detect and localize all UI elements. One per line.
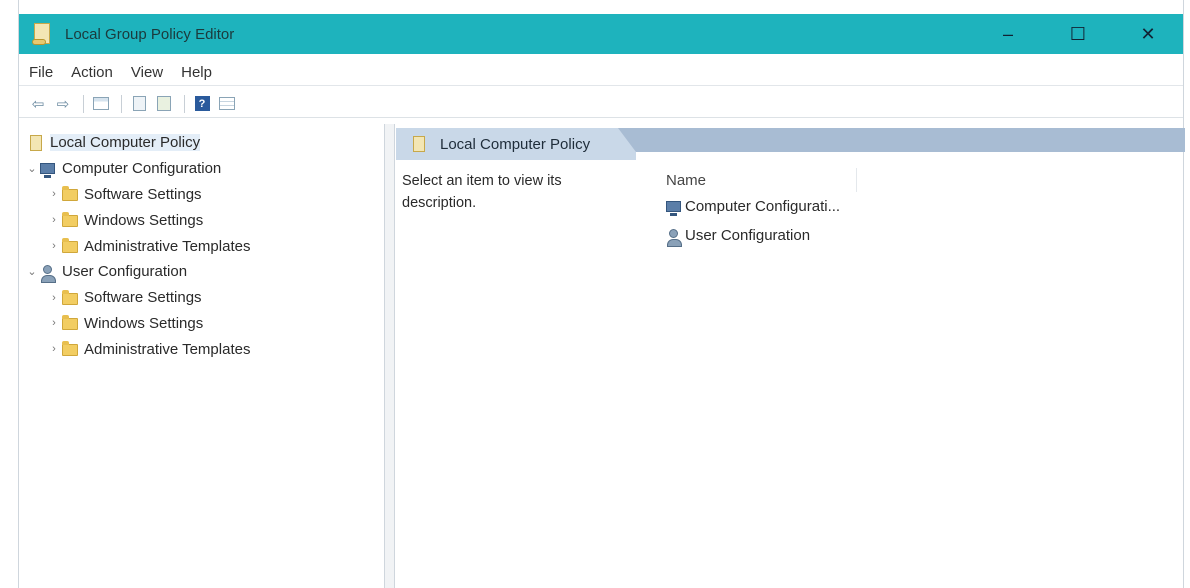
window-title: Local Group Policy Editor [65, 25, 235, 43]
chevron-right-icon[interactable]: › [47, 317, 61, 329]
chevron-right-icon[interactable]: › [47, 343, 61, 355]
tree-item-computer-administrative-templates[interactable]: › Administrative Templates [19, 233, 384, 259]
tree-item-label: Software Settings [84, 185, 202, 203]
back-arrow-icon[interactable]: ⇦ [27, 93, 49, 115]
policy-icon [27, 134, 45, 151]
details-pane: Local Computer Policy Select an item to … [396, 124, 1185, 588]
details-header: Local Computer Policy [396, 128, 636, 160]
list-item-label: User Configuration [685, 227, 811, 244]
tree-item-label: Administrative Templates [84, 237, 251, 255]
title-bar[interactable]: Local Group Policy Editor – ☐ ✕ [19, 14, 1183, 54]
user-icon [665, 228, 683, 247]
menu-action[interactable]: Action [71, 64, 113, 81]
toolbar: ⇦ ⇨ ? [19, 90, 1183, 118]
folder-icon [61, 341, 79, 357]
menu-help[interactable]: Help [181, 64, 212, 81]
tree-item-computer-windows-settings[interactable]: › Windows Settings [19, 207, 384, 233]
tree-item-user-software-settings[interactable]: › Software Settings [19, 285, 384, 311]
computer-icon [665, 199, 683, 216]
user-icon [39, 264, 57, 283]
column-header-name[interactable]: Name [652, 168, 857, 192]
computer-icon [39, 161, 57, 178]
tree-item-label: Local Computer Policy [50, 134, 201, 152]
window-controls: – ☐ ✕ [973, 14, 1183, 54]
chevron-down-icon[interactable]: ⌄ [25, 265, 39, 278]
policy-scroll-icon [31, 22, 53, 46]
app-window: Local Group Policy Editor – ☐ ✕ File Act… [18, 14, 1185, 588]
tree-item-label: Software Settings [84, 289, 202, 307]
forward-arrow-icon[interactable]: ⇨ [52, 93, 74, 115]
help-icon: ? [194, 96, 210, 111]
description-text: Select an item to view its description. [402, 173, 562, 211]
folder-icon [61, 289, 79, 306]
maximize-button[interactable]: ☐ [1043, 14, 1113, 54]
tree-item-computer-configuration[interactable]: ⌄ Computer Configuration [19, 156, 384, 182]
toolbar-divider [121, 94, 122, 113]
tree-item-user-windows-settings[interactable]: › Windows Settings [19, 311, 384, 337]
details-title: Local Computer Policy [440, 135, 591, 153]
export-list-button[interactable] [153, 93, 175, 115]
chevron-right-icon[interactable]: › [47, 292, 61, 304]
tree-item-user-configuration[interactable]: ⌄ User Configuration [19, 259, 384, 285]
folder-icon [61, 212, 79, 228]
pane-splitter[interactable] [385, 124, 395, 588]
chevron-right-icon[interactable]: › [47, 214, 61, 226]
folder-icon [61, 186, 79, 202]
show-hide-tree-icon [93, 97, 109, 110]
menu-view[interactable]: View [131, 64, 163, 81]
tree-item-label: Windows Settings [84, 314, 204, 332]
extended-view-button[interactable] [216, 93, 238, 115]
properties-icon [132, 96, 146, 111]
list-item-user-configuration[interactable]: User Configuration [652, 221, 1112, 250]
policy-icon [410, 136, 428, 152]
minimize-button[interactable]: – [973, 14, 1043, 54]
tree-item-label: Windows Settings [84, 211, 204, 229]
tree-item-label: Administrative Templates [84, 340, 251, 358]
folder-icon [61, 315, 79, 331]
folder-icon [61, 238, 79, 254]
tree-item-label: User Configuration [62, 263, 188, 281]
show-hide-tree-button[interactable] [90, 93, 112, 115]
list-item-computer-configuration[interactable]: Computer Configurati... [652, 192, 1112, 221]
tree-item-computer-software-settings[interactable]: › Software Settings [19, 182, 384, 208]
close-button[interactable]: ✕ [1113, 14, 1183, 54]
export-list-icon [157, 96, 171, 111]
properties-button[interactable] [128, 93, 150, 115]
details-list: Name Computer Configurati... User Config… [652, 168, 1112, 250]
toolbar-divider [184, 94, 185, 113]
chevron-right-icon[interactable]: › [47, 240, 61, 252]
help-button[interactable]: ? [191, 93, 213, 115]
chevron-right-icon[interactable]: › [47, 188, 61, 200]
toolbar-divider [83, 94, 84, 113]
menu-file[interactable]: File [29, 64, 53, 81]
tree-item-user-administrative-templates[interactable]: › Administrative Templates [19, 336, 384, 362]
outer-frame [18, 0, 1184, 14]
chevron-down-icon[interactable]: ⌄ [25, 162, 39, 175]
tree-item-local-computer-policy[interactable]: Local Computer Policy [19, 130, 384, 156]
tree-pane: Local Computer Policy ⌄ Computer Configu… [19, 124, 385, 588]
list-item-label: Computer Configurati... [685, 198, 841, 215]
extended-view-icon [219, 97, 235, 110]
tree-item-label: Computer Configuration [62, 160, 222, 178]
menu-bar: File Action View Help [19, 60, 1183, 86]
